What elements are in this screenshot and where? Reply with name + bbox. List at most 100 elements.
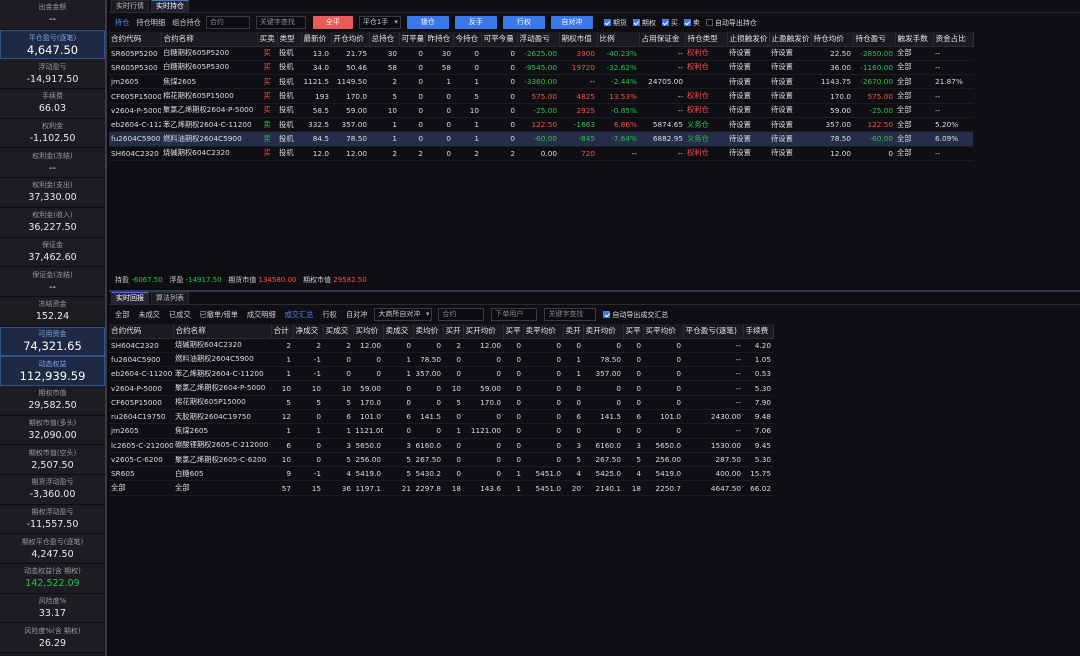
trade-summary-row[interactable]: 全部 全部 57 15 36 1197.1 21 2297.8 18 143.6 1 5451.0 20… [109, 480, 773, 496]
trade-summary-cell: 0 [503, 409, 523, 425]
trade-filter-tab[interactable]: 全部 [113, 310, 131, 320]
trade-summary-row[interactable]: ru2604C19750 天胶期权2604C19750 12 0 6 101.0 6 141.… [109, 409, 773, 425]
trade-summary-cell: 1 [271, 352, 293, 368]
trade-summary-row[interactable]: SR605 白糖605 9 -1 4 5419.0 5 5430.2 0 0 1 5451.0 4 542… [109, 466, 773, 482]
trade-summary-row[interactable]: v2605-C-6200 聚氯乙烯期权2605-C-6200 10 0 5 256.00 5… [109, 452, 773, 468]
column-header[interactable]: 资金占比 [933, 32, 974, 47]
column-header[interactable]: 买平均价 [643, 324, 684, 339]
trade-filter-tab[interactable]: 成交明细 [245, 310, 278, 320]
trade-summary-row[interactable]: fu2604C5900 燃料油期权2604C5900 1 -1 0 0 1 78.50 0 0 0 0… [109, 352, 773, 368]
column-header[interactable]: 合约名称 [161, 32, 258, 47]
position-row[interactable]: v2604-P-5000 聚氯乙烯期权2604-P-5000 买投机 58.5 59.0… [109, 103, 973, 118]
column-header[interactable]: 触发手数 [895, 32, 934, 47]
filter-checkbox[interactable]: 期权 [632, 18, 656, 28]
trade-filter-tab[interactable]: 已撤单/错单 [198, 310, 240, 320]
position-cell: -- [933, 146, 973, 161]
position-row[interactable]: eb2604-C-112 苯乙烯期权2604-C-11200 卖投机 332.5 357… [109, 117, 973, 133]
column-header[interactable]: 合约代码 [109, 32, 162, 47]
seg-positions[interactable]: 持仓 [113, 18, 131, 28]
position-row[interactable]: SR605P5300 白糖期权605P5300 买投机 34.0 50.46 58 0 58 0… [109, 60, 973, 76]
column-header[interactable]: 买平 [503, 324, 524, 339]
trade-filter-tab[interactable]: 行权 [320, 310, 338, 320]
column-header[interactable]: 持仓均价 [811, 32, 854, 47]
trade-keyword-search-input[interactable]: 关键字查找 [544, 308, 597, 321]
position-row[interactable]: jm2605 焦煤2605 买投机 1121.5 1149.50 2 0 1 1 0 -3360.0… [109, 74, 973, 90]
column-header[interactable]: 止盈触发价 [769, 32, 812, 47]
position-row[interactable]: SR605P5200 白糖期权605P5200 买投机 13.0 21.75 30 0 30 0… [109, 46, 973, 61]
position-cell: 待设置 [769, 146, 811, 161]
column-header[interactable]: 合计 [271, 324, 294, 339]
seg-position-detail[interactable]: 持仓明细 [134, 18, 167, 28]
close-all-button[interactable]: 全平 [312, 16, 353, 29]
column-header[interactable]: 开仓均价 [331, 32, 370, 47]
column-header[interactable]: 净成交 [293, 324, 324, 339]
filter-checkbox[interactable]: 卖 [683, 18, 700, 28]
column-header[interactable]: 买开 [443, 324, 464, 339]
auto-export-checkbox[interactable]: 自动导出成交汇总 [603, 310, 668, 320]
column-header[interactable]: 类型 [277, 32, 302, 47]
hedge-exchange-select[interactable]: 大商所自对冲 [374, 308, 433, 321]
trade-filter-tab[interactable]: 成交汇总 [283, 310, 316, 320]
column-header[interactable]: 比例 [597, 32, 640, 47]
column-header[interactable]: 买均价 [353, 324, 384, 339]
trade-summary-row[interactable]: jm2605 焦煤2605 1 1 1 1121.00 0 0 1 1121.00 0 0 0 0 0 0 --… [109, 423, 773, 439]
tab-realtime-reports[interactable]: 实时回报 [111, 292, 149, 304]
self-hedge-button[interactable]: 自对冲 [550, 16, 593, 29]
column-header[interactable]: 可平今量 [481, 32, 518, 47]
column-header[interactable]: 昨持仓 [425, 32, 454, 47]
column-header[interactable]: 买卖 [257, 32, 278, 47]
column-header[interactable]: 买成交 [323, 324, 354, 339]
keyword-search-input[interactable]: 关键字查找 [255, 16, 306, 29]
column-header[interactable]: 卖均价 [413, 324, 444, 339]
column-header[interactable]: 持仓类型 [685, 32, 728, 47]
column-header[interactable]: 今持仓 [453, 32, 482, 47]
trade-contract-input[interactable]: 合约 [438, 308, 485, 321]
order-user-input[interactable]: 下单用户 [491, 308, 538, 321]
column-header[interactable]: 浮动盈亏 [517, 32, 560, 47]
column-header[interactable]: 合约名称 [173, 324, 272, 339]
tab-realtime-positions[interactable]: 实时持仓 [151, 0, 189, 12]
column-header[interactable]: 卖平均价 [523, 324, 564, 339]
reverse-position-button[interactable]: 反手 [454, 16, 497, 29]
trade-summary-cell: 0 [643, 423, 683, 439]
trade-summary-row[interactable]: lc2605-C-212000 碳酸锂期权2605-C-212000 6 0 3 5650… [109, 438, 773, 453]
column-header[interactable]: 卖开 [563, 324, 584, 339]
position-cell: 义务仓 [685, 117, 727, 133]
column-header[interactable]: 期权市值 [559, 32, 598, 47]
trade-filter-tab[interactable]: 未成交 [136, 310, 162, 320]
tab-algo-list[interactable]: 算法列表 [151, 292, 189, 304]
column-header[interactable]: 止损触发价 [727, 32, 770, 47]
filter-checkbox[interactable]: 期货 [603, 18, 627, 28]
trade-summary-row[interactable]: CF605P15000 棉花期权605P15000 5 5 5 170.0 0 0 5 170.0… [109, 395, 773, 410]
column-header[interactable]: 买平 [623, 324, 644, 339]
position-row[interactable]: CF605P15000 棉花期权605P15000 买投机 193 170.0 5 0 0 5 0… [109, 88, 973, 104]
trade-summary-row[interactable]: SH604C2320 烧碱期权604C2320 2 2 2 12.00 0 0 2 12.00 0 0… [109, 338, 773, 353]
trade-filter-tab[interactable]: 已成交 [167, 310, 193, 320]
contract-filter-input[interactable]: 合约 [205, 16, 250, 29]
exercise-button[interactable]: 行权 [502, 16, 545, 29]
trade-filter-tab[interactable]: 自对冲 [344, 310, 370, 320]
column-header[interactable]: 卖开均价 [583, 324, 624, 339]
column-header[interactable]: 最新价 [301, 32, 332, 47]
column-header[interactable]: 可平量 [399, 32, 426, 47]
column-header[interactable]: 合约代码 [109, 324, 174, 339]
column-header[interactable]: 手续费 [743, 324, 774, 339]
column-header[interactable]: 占用保证金 [639, 32, 686, 47]
position-row[interactable]: SH604C2320 烧碱期权604C2320 买投机 12.0 12.00 2 2 0 2 2 0… [109, 146, 973, 161]
position-row[interactable]: fu2604C5900 燃料油期权2604C5900 卖投机 84.5 78.50 1 0 0… [109, 131, 973, 147]
trade-summary-row[interactable]: v2604-P-5000 聚氯乙烯期权2604-P-5000 10 10 10 59.00… [109, 380, 773, 396]
column-header[interactable]: 买开均价 [463, 324, 504, 339]
column-header[interactable]: 总持仓 [369, 32, 400, 47]
trade-summary-row[interactable]: eb2604-C-11200 苯乙烯期权2604-C-11200 1 -1 0 0 1 357… [109, 366, 773, 382]
account-field: 冻结资金 152.24 [0, 296, 105, 327]
column-header[interactable]: 卖成交 [383, 324, 414, 339]
column-header[interactable]: 持仓盈亏 [853, 32, 896, 47]
seg-combo-positions[interactable]: 组合持仓 [170, 18, 203, 28]
trade-summary-cell: 0 [443, 366, 463, 382]
filter-checkbox[interactable]: 买 [661, 18, 678, 28]
filter-checkbox[interactable]: 自动导出持仓 [705, 18, 757, 28]
column-header[interactable]: 平仓盈亏(逐笔) [683, 324, 744, 339]
lock-position-button[interactable]: 锁仓 [406, 16, 449, 29]
tab-realtime-quotes[interactable]: 实时行情 [111, 0, 149, 12]
close-qty-select[interactable]: 平仓1手 [358, 16, 401, 29]
